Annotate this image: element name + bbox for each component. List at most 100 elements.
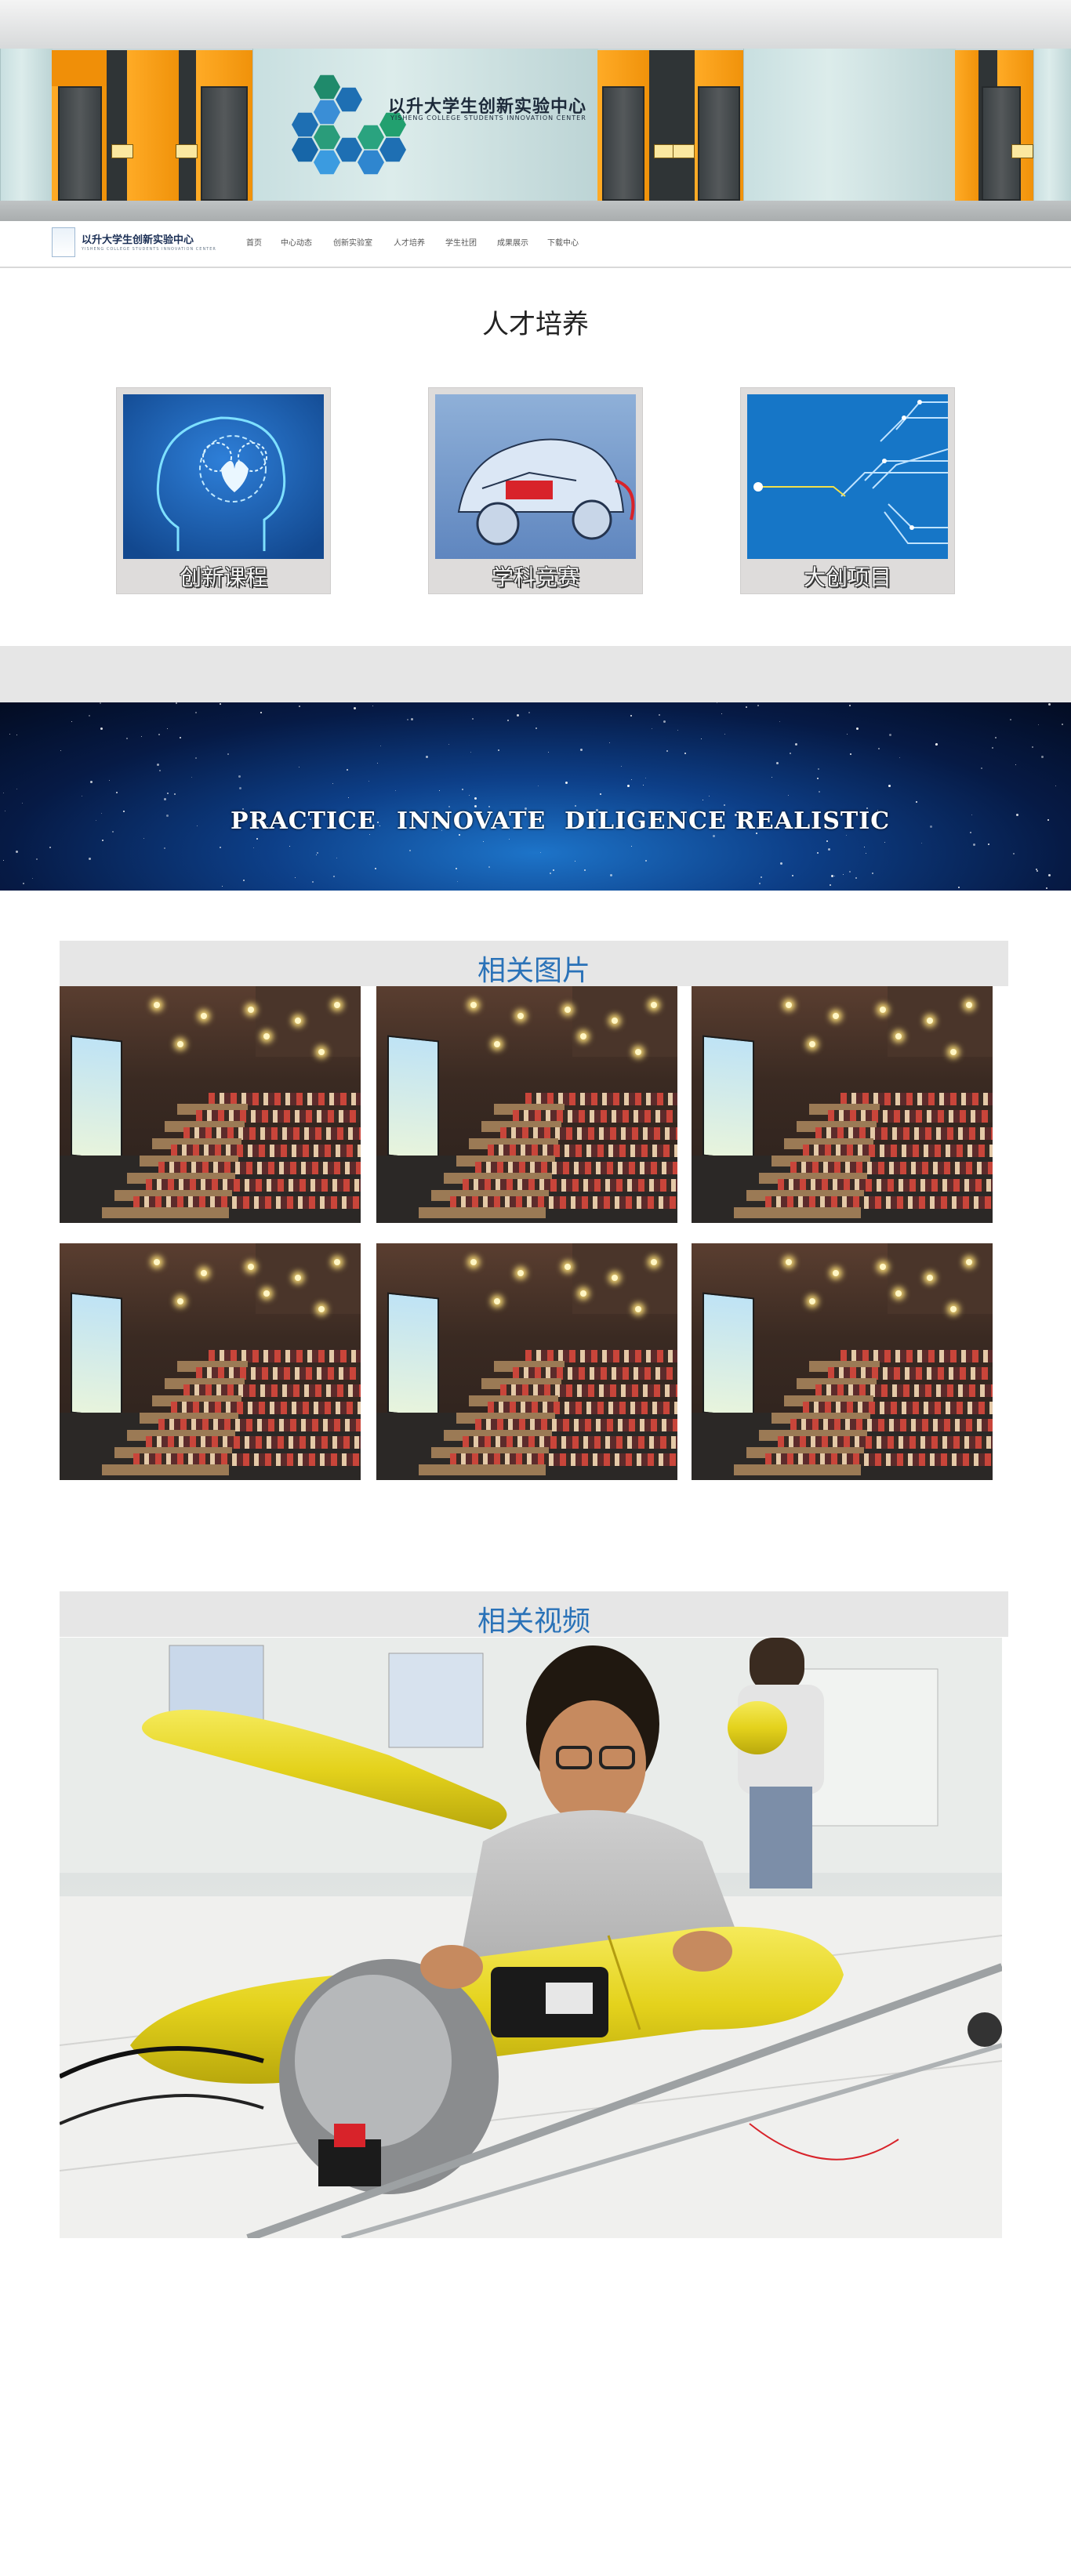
star [289,846,290,847]
value-practice: PRACTICE [231,807,376,835]
nav-item-clubs[interactable]: 学生社团 [445,236,477,248]
desk-row [734,1207,861,1218]
star [101,813,102,814]
star [818,768,819,770]
gallery-photo[interactable] [60,1243,361,1480]
star [159,770,161,771]
star [631,779,632,780]
star [550,873,551,874]
star [930,825,932,828]
star [973,844,975,846]
star [1048,874,1051,876]
star [621,766,622,767]
star [116,792,118,793]
star [377,822,379,823]
gallery-photo[interactable] [376,986,677,1223]
star [347,769,348,771]
star [348,797,349,798]
star [921,843,922,844]
projection-screen [387,1035,439,1162]
nav-item-home[interactable]: 首页 [246,236,262,248]
card-innovation-course[interactable]: 创新课程 [116,387,331,594]
star [517,714,519,717]
star [1041,756,1044,758]
star [36,858,38,860]
ceiling-light [833,1270,839,1276]
star [89,858,91,860]
values-banner [0,702,1071,891]
star [100,727,103,730]
star [826,840,828,842]
nav-item-labs[interactable]: 创新实验室 [333,236,372,248]
star [888,785,891,787]
star [143,838,144,839]
star [126,738,128,739]
star [191,777,192,778]
gallery-title: 相关图片 [477,955,590,987]
star [536,727,537,729]
star [238,775,241,778]
ceiling-light [154,1259,160,1265]
star [71,721,72,722]
star [609,742,610,743]
star [507,720,509,721]
ceiling-light [786,1002,792,1008]
nav-item-achievements[interactable]: 成果展示 [497,236,528,248]
star [584,869,586,871]
star [792,875,793,876]
star [847,734,848,735]
star [483,841,484,842]
gallery-photo[interactable] [376,1243,677,1480]
star [849,871,851,873]
star [817,852,819,854]
star [575,805,576,807]
card-competition[interactable]: 学科竞赛 [428,387,643,594]
star [1032,746,1033,748]
star [456,868,457,869]
site-logo-icon[interactable] [52,227,75,257]
star [771,777,772,778]
star [164,847,165,849]
star [627,785,630,787]
site-logo-title[interactable]: 以升大学生创新实验中心 [82,231,194,246]
star [123,811,125,812]
site-logo-subtitle: YISHENG COLLEGE STUDENTS INNOVATION CENT… [82,247,216,252]
ceiling-light [263,1033,270,1039]
ceiling-light [154,1002,160,1008]
star [548,752,549,753]
card-innovation-project[interactable]: 大创项目 [740,387,955,594]
gallery-photo[interactable] [692,1243,993,1480]
gallery-photo[interactable] [60,986,361,1223]
nav-item-news[interactable]: 中心动态 [281,236,312,248]
star [49,847,51,848]
star [528,712,530,713]
ceiling-light [927,1275,933,1281]
star [195,712,197,713]
star [645,860,647,862]
star [713,835,715,837]
star [817,778,819,779]
star [970,832,971,833]
star [1048,703,1051,706]
ceiling-light [966,1259,972,1265]
ceiling-light [517,1013,524,1019]
projection-screen [703,1035,754,1162]
nav-item-talent[interactable]: 人才培养 [394,236,425,248]
star [889,734,891,736]
projection-screen [703,1292,754,1419]
star [195,757,197,759]
star [995,737,997,738]
star [677,730,678,731]
nav-item-downloads[interactable]: 下载中心 [547,236,579,248]
star [426,756,428,758]
star [1038,724,1039,725]
star [220,847,221,848]
star [141,736,142,737]
gallery-photo[interactable] [692,986,993,1223]
star [981,767,982,769]
video-thumbnail[interactable] [60,1638,1002,2238]
star [916,801,917,803]
ceiling-light [895,1290,902,1297]
star [167,728,168,729]
projection-screen [71,1035,122,1162]
